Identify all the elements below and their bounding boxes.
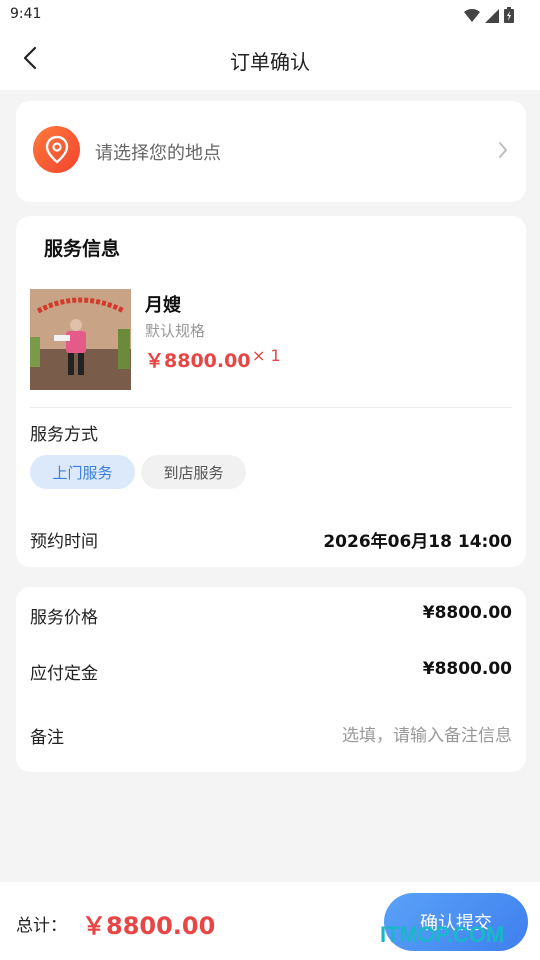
location-placeholder: 请选择您的地点 [95, 143, 221, 164]
divider [30, 407, 512, 408]
service-mode-option-home[interactable]: 上门服务 [30, 455, 135, 489]
pricing-card: 服务价格 ¥8800.00 应付定金 ¥8800.00 备注 选填，请输入备注信… [16, 587, 526, 772]
remark-input[interactable]: 选填，请输入备注信息 [342, 721, 512, 746]
product-price: ￥8800.00 [145, 350, 251, 372]
service-mode-label: 服务方式 [30, 425, 98, 445]
battery-icon [504, 7, 514, 27]
section-title: 服务信息 [44, 238, 121, 260]
appointment-time-label: 预约时间 [30, 532, 98, 552]
service-info-card: 服务信息 月嫂 默认规格 ￥8800.00 × 1 服务方式 上门服务 到店服务… [16, 216, 526, 567]
wifi-icon [464, 8, 480, 27]
total-label: 总计： [16, 916, 67, 936]
status-time: 9:41 [10, 6, 42, 22]
status-bar: 9:41 [0, 0, 540, 30]
watermark-logo: ITMOP.COM [380, 922, 505, 947]
deposit-value: ¥8800.00 [422, 659, 512, 679]
location-selector[interactable]: 请选择您的地点 [16, 101, 526, 202]
service-price-value: ¥8800.00 [422, 603, 512, 623]
navigation-bar: 订单确认 [0, 30, 540, 90]
remark-label: 备注 [30, 728, 64, 748]
product-spec: 默认规格 [145, 322, 206, 340]
deposit-label: 应付定金 [30, 664, 98, 684]
page-title: 订单确认 [230, 50, 310, 74]
location-pin-icon [33, 126, 80, 173]
bottom-action-bar: 总计： ￥8800.00 确认提交 [0, 882, 540, 960]
service-mode-option-store[interactable]: 到店服务 [141, 455, 246, 489]
appointment-time-value[interactable]: 2026年06月18 14:00 [323, 527, 512, 552]
status-icons [464, 7, 514, 27]
product-thumbnail[interactable] [30, 289, 131, 390]
product-quantity: × 1 [252, 346, 281, 365]
service-price-label: 服务价格 [30, 608, 98, 628]
chevron-right-icon [498, 141, 508, 163]
product-name: 月嫂 [145, 295, 181, 316]
signal-icon [485, 8, 499, 27]
total-value: ￥8800.00 [82, 912, 216, 940]
